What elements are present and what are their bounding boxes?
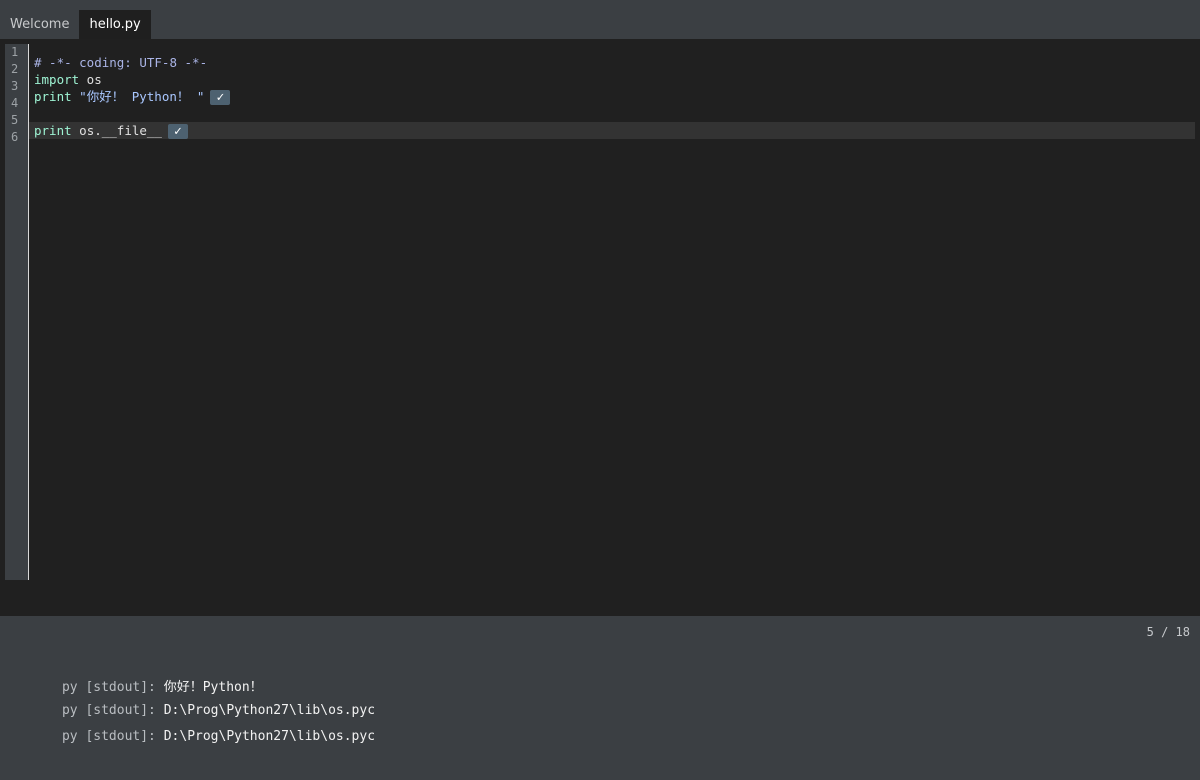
output-prefix: py [stdout]: xyxy=(61,729,156,744)
output-value: D:\Prog\Python27\lib\os.pyc xyxy=(163,729,376,744)
line-number: 5 xyxy=(11,113,19,127)
line-number: 1 xyxy=(11,45,19,59)
code-line[interactable] xyxy=(29,105,1195,122)
checkmark-icon[interactable]: ✓ xyxy=(167,124,188,139)
code-string: "你好！ Python！ " xyxy=(71,89,205,104)
line-number-gutter: 1 2 3 4 5 6 xyxy=(5,44,29,580)
tab-welcome[interactable]: Welcome xyxy=(0,10,79,39)
code-line[interactable]: print "你好！ Python！ " ✓ xyxy=(29,88,1195,105)
position-indicator: 5 / 18 xyxy=(1146,625,1190,639)
code-editor[interactable]: 1 2 3 4 5 6 # -*- coding: UTF-8 -*- impo… xyxy=(0,39,1200,616)
checkmark-icon[interactable]: ✓ xyxy=(210,90,231,105)
line-number: 3 xyxy=(11,79,19,93)
code-line[interactable]: import os xyxy=(29,71,1195,88)
output-panel: 5 / 18 py [stdout]: 你好！Python！ py [stdou… xyxy=(0,616,1200,780)
code-line[interactable] xyxy=(29,139,1195,156)
line-number: 6 xyxy=(11,130,19,144)
code-identifier: os xyxy=(79,72,102,87)
output-line: py [stdout]: D:\Prog\Python27\lib\os.pyc xyxy=(15,714,375,759)
line-number: 2 xyxy=(11,62,19,76)
code-keyword: import xyxy=(34,72,80,87)
code-line[interactable]: # -*- coding: UTF-8 -*- xyxy=(29,54,1195,71)
code-keyword: print xyxy=(34,123,72,138)
code-keyword: print xyxy=(34,89,72,104)
editor-window: Welcome hello.py 1 2 3 4 5 6 # -*- codin… xyxy=(0,0,1200,780)
tab-bar: Welcome hello.py xyxy=(0,0,1200,39)
code-content[interactable]: # -*- coding: UTF-8 -*- import os print … xyxy=(29,54,1195,156)
code-comment: # -*- coding: UTF-8 -*- xyxy=(34,55,208,70)
code-line-current[interactable]: print os.__file__ ✓ xyxy=(29,122,1195,139)
line-number: 4 xyxy=(11,96,19,110)
code-identifier: os.__file__ xyxy=(71,123,162,138)
tab-hello-py[interactable]: hello.py xyxy=(79,10,151,39)
